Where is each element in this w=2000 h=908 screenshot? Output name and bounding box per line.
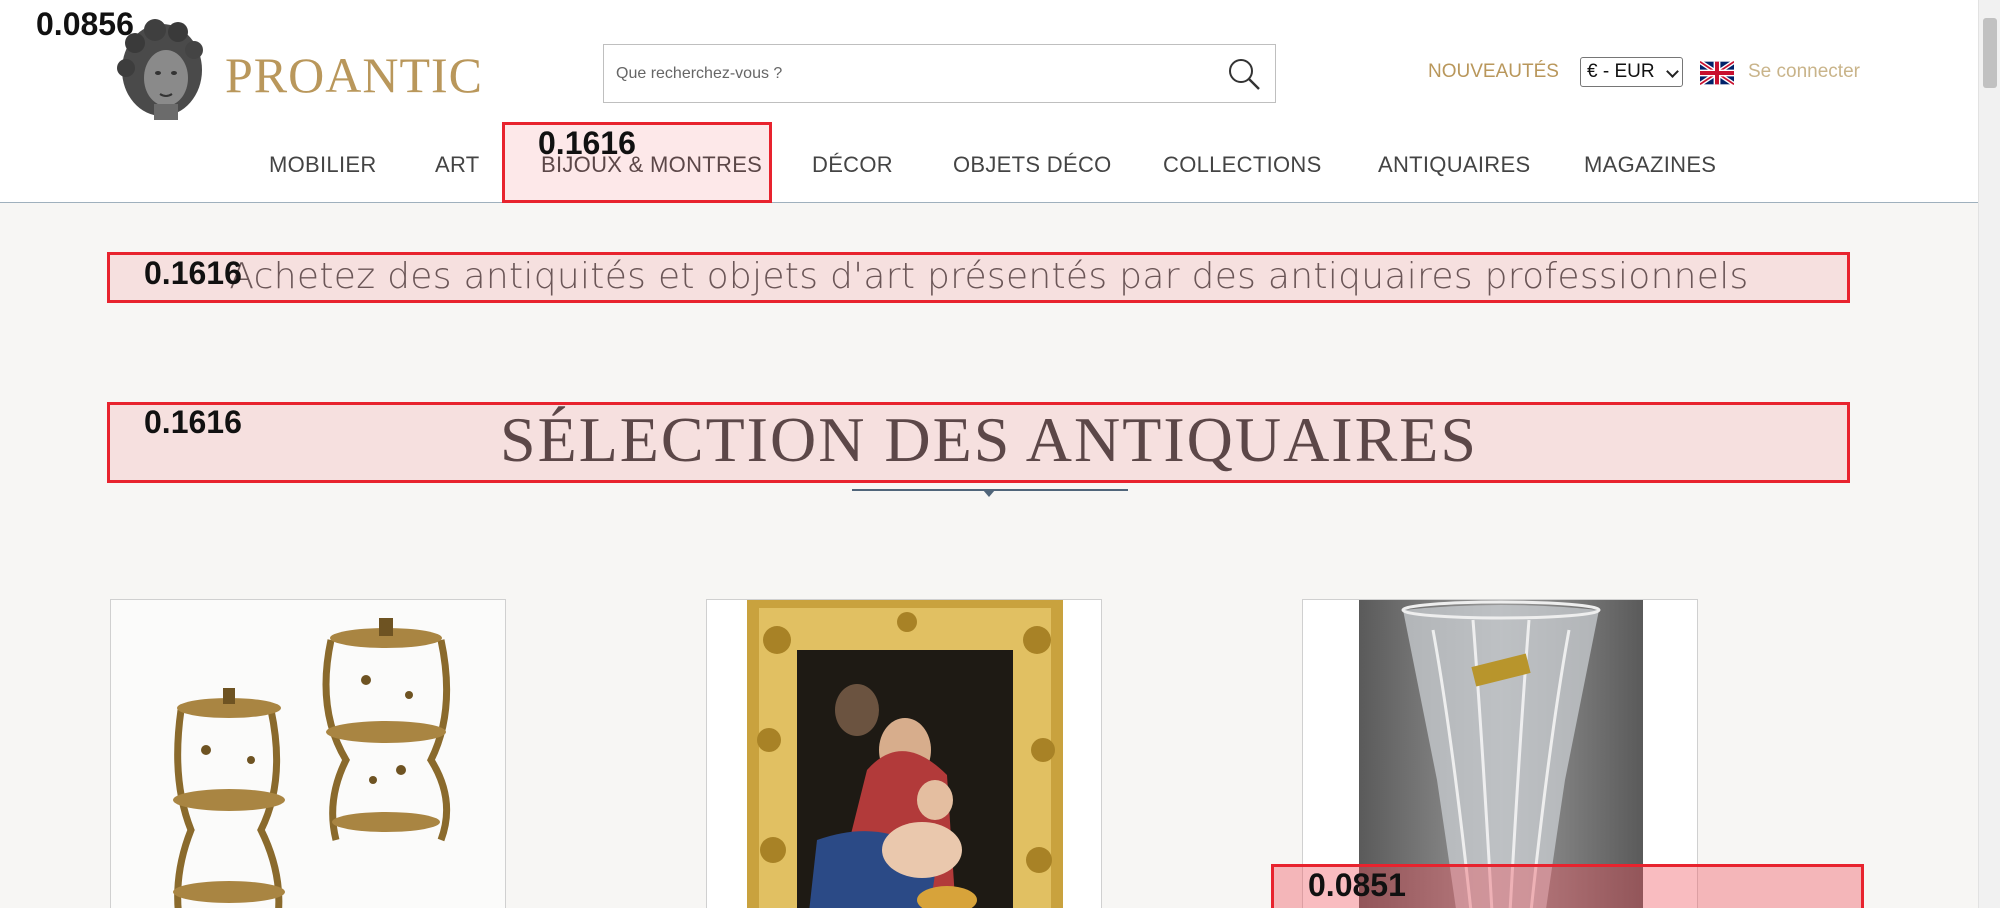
card-highlight-score: 0.0851 [1308,867,1406,903]
madonna-and-child-painting-image [707,600,1101,908]
product-card[interactable] [1302,599,1698,908]
page-tagline: Achetez des antiquités et objets d'art p… [229,256,1749,297]
main-nav: MOBILIER ART BIJOUX & MONTRES DÉCOR OBJE… [0,122,1978,202]
site-header: PROANTIC NOUVEAUTÉS € - EUR Se connecter… [0,0,1978,203]
nav-item-objets-deco[interactable]: OBJETS DÉCO [953,152,1112,178]
search-icon[interactable] [1227,57,1261,91]
login-link[interactable]: Se connecter [1748,61,1860,83]
search-input[interactable] [616,45,1206,102]
nav-item-antiquaires[interactable]: ANTIQUAIRES [1378,152,1530,178]
currency-selected-value: € - EUR [1587,61,1655,82]
scrollbar-thumb[interactable] [1983,18,1997,88]
currency-select[interactable]: € - EUR [1580,57,1683,87]
corner-score-label: 0.0856 [36,6,134,42]
nav-item-decor[interactable]: DÉCOR [812,152,893,178]
nav-item-art[interactable]: ART [435,152,480,178]
nav-item-mobilier[interactable]: MOBILIER [269,152,377,178]
nouveautes-link[interactable]: NOUVEAUTÉS [1428,61,1559,83]
title-divider-caret [983,490,995,497]
page-scrollbar[interactable] [1978,0,2000,908]
crystal-vase-image [1303,600,1697,908]
section-title: SÉLECTION DES ANTIQUAIRES [500,404,1478,475]
gilded-wall-shelves-image [111,600,505,908]
logo-text[interactable]: PROANTIC [225,46,483,104]
nav-highlight-score: 0.1616 [538,125,636,161]
uk-flag-icon[interactable] [1700,60,1734,86]
search-box [603,44,1276,103]
title-highlight-score: 0.1616 [144,404,242,440]
product-card[interactable] [110,599,506,908]
product-card[interactable] [706,599,1102,908]
tagline-highlight-score: 0.1616 [144,255,242,291]
nav-item-magazines[interactable]: MAGAZINES [1584,152,1716,178]
chevron-down-icon [1666,65,1679,78]
nav-item-collections[interactable]: COLLECTIONS [1163,152,1322,178]
